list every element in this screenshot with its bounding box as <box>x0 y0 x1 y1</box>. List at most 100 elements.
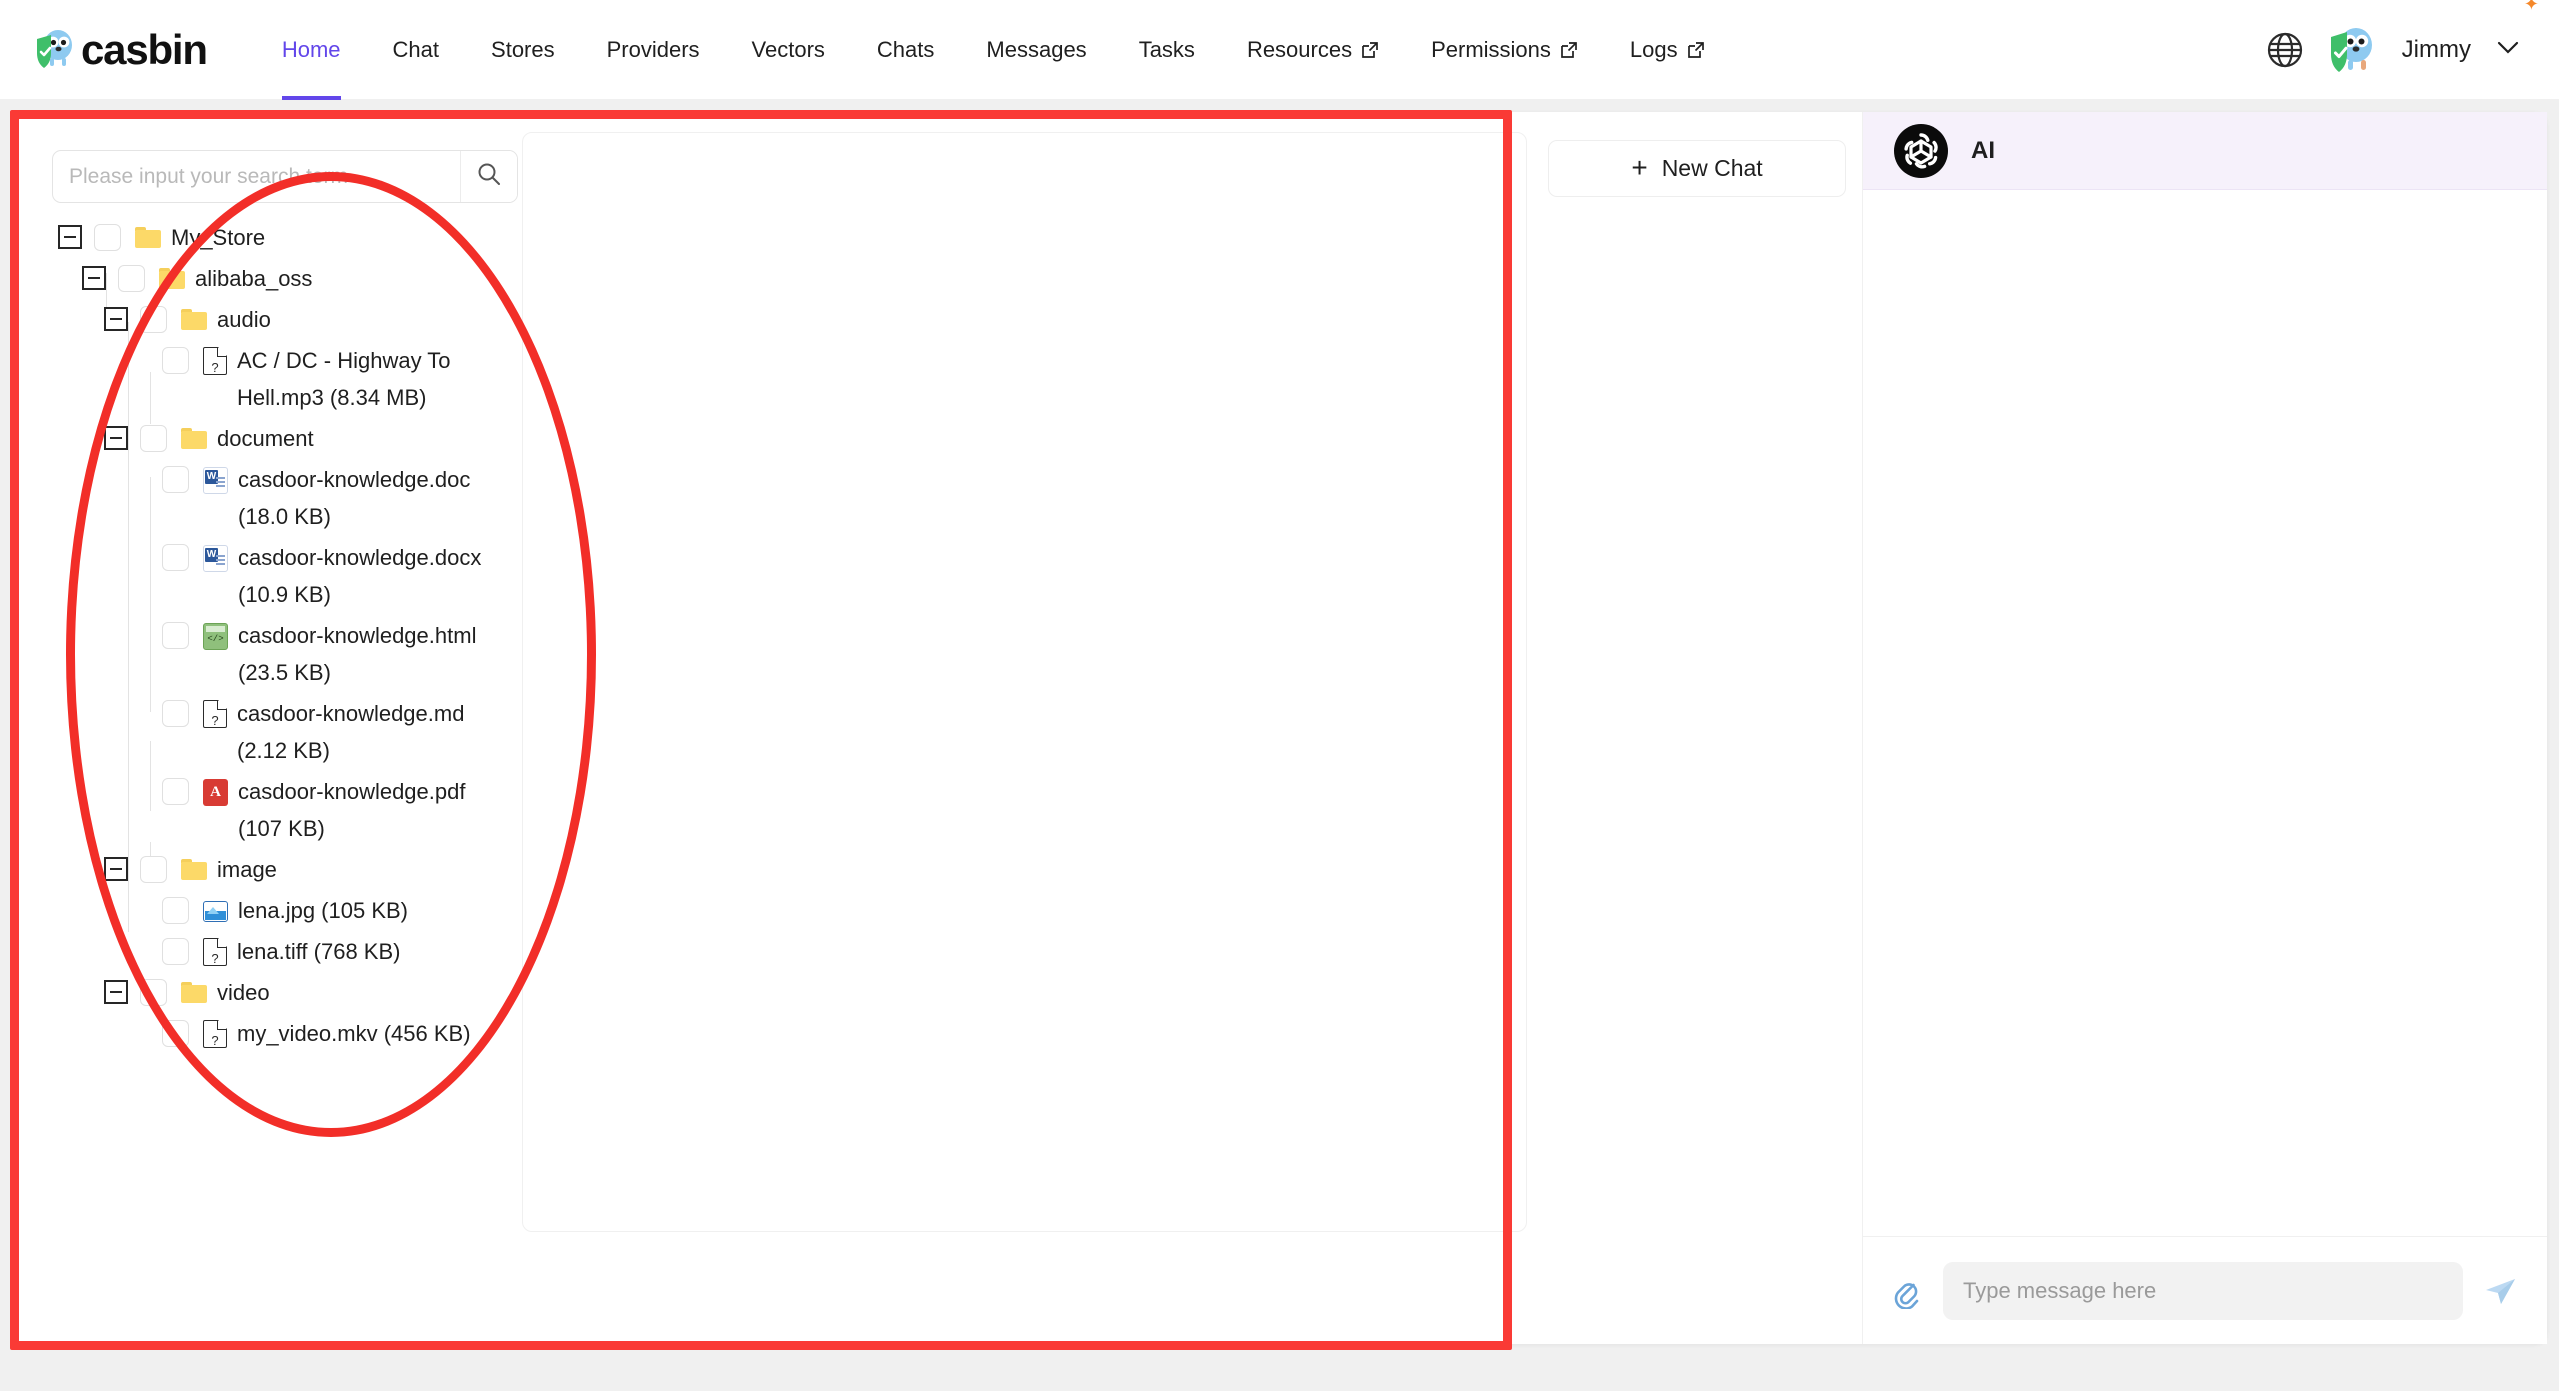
tree-node-audio[interactable]: audio <box>38 299 534 340</box>
avatar[interactable] <box>2326 23 2380 77</box>
node-checkbox[interactable] <box>140 425 167 452</box>
node-label: AC / DC - Highway To Hell.mp3 (8.34 MB) <box>237 348 451 410</box>
folder-icon <box>181 982 207 1003</box>
nav-item-stores[interactable]: Stores <box>465 0 581 100</box>
tree-node-image[interactable]: image <box>38 849 534 890</box>
chevron-down-icon[interactable] <box>2497 39 2519 60</box>
node-checkbox[interactable] <box>140 306 167 333</box>
leaf-spacer <box>126 701 150 725</box>
node-label-wrap[interactable]: casdoor-knowledge.md (2.12 KB) <box>203 695 513 769</box>
leaf-spacer <box>126 939 150 963</box>
node-label: audio <box>217 307 271 332</box>
node-checkbox[interactable] <box>162 700 189 727</box>
new-chat-button[interactable]: + New Chat <box>1548 140 1846 197</box>
nav-label: Messages <box>986 36 1087 62</box>
tree-node-file[interactable]: AC / DC - Highway To Hell.mp3 (8.34 MB) <box>38 340 534 418</box>
node-checkbox[interactable] <box>118 265 145 292</box>
tree-node-document[interactable]: document <box>38 418 534 459</box>
node-label-wrap[interactable]: my_video.mkv (456 KB) <box>203 1015 471 1052</box>
node-label-wrap[interactable]: casdoor-knowledge.docx (10.9 KB) <box>203 539 513 613</box>
tree-node-file[interactable]: casdoor-knowledge.doc (18.0 KB) <box>38 459 534 537</box>
ai-sender-name: AI <box>1971 136 1995 164</box>
node-checkbox[interactable] <box>162 1020 189 1047</box>
tree-node-video[interactable]: video <box>38 972 534 1013</box>
paperclip-icon[interactable] <box>1889 1273 1925 1310</box>
nav-label: Chat <box>392 36 440 62</box>
new-chat-label: New Chat <box>1661 155 1763 181</box>
node-label-wrap[interactable]: My_Store <box>135 219 265 256</box>
tree-node-file[interactable]: casdoor-knowledge.md (2.12 KB) <box>38 693 534 771</box>
nav-item-resources[interactable]: Resources <box>1221 0 1405 100</box>
tree-node-file[interactable]: lena.jpg (105 KB) <box>38 890 534 931</box>
tree-node-file[interactable]: my_video.mkv (456 KB) <box>38 1013 534 1054</box>
node-label-wrap[interactable]: image <box>181 851 277 888</box>
nav-item-logs[interactable]: Logs <box>1604 0 1731 100</box>
node-checkbox[interactable] <box>162 622 189 649</box>
nav-item-tasks[interactable]: Tasks <box>1113 0 1221 100</box>
node-label-wrap[interactable]: casdoor-knowledge.pdf (107 KB) <box>203 773 513 847</box>
nav-item-messages[interactable]: Messages <box>960 0 1112 100</box>
node-label-wrap[interactable]: document <box>181 420 314 457</box>
node-checkbox[interactable] <box>140 979 167 1006</box>
nav-item-chat[interactable]: Chat <box>367 0 465 100</box>
chat-panel: AI <box>1862 112 2547 1344</box>
search-input[interactable] <box>53 151 460 202</box>
leaf-spacer <box>126 348 150 372</box>
nav-item-providers[interactable]: Providers <box>581 0 726 100</box>
node-label-wrap[interactable]: casdoor-knowledge.doc (18.0 KB) <box>203 461 513 535</box>
node-checkbox[interactable] <box>140 856 167 883</box>
word-file-icon <box>203 545 228 572</box>
tree-node-file[interactable]: casdoor-knowledge.pdf (107 KB) <box>38 771 534 849</box>
globe-icon[interactable] <box>2266 31 2304 69</box>
chat-input-bar <box>1863 1236 2547 1344</box>
node-checkbox[interactable] <box>162 938 189 965</box>
node-label: lena.jpg (105 KB) <box>238 898 408 923</box>
file-tree: My_Store alibaba_oss audio ? AC / DC - H… <box>38 217 534 1054</box>
node-label: casdoor-knowledge.html (23.5 KB) <box>238 623 477 685</box>
node-label: lena.tiff (768 KB) <box>237 939 401 964</box>
tree-node-file[interactable]: lena.tiff (768 KB) <box>38 931 534 972</box>
node-label-wrap[interactable]: casdoor-knowledge.html (23.5 KB) <box>203 617 513 691</box>
node-label-wrap[interactable]: lena.tiff (768 KB) <box>203 933 400 970</box>
node-label: my_video.mkv (456 KB) <box>237 1021 471 1046</box>
node-checkbox[interactable] <box>162 347 189 374</box>
tree-node-my-store[interactable]: My_Store <box>38 217 534 258</box>
nav-item-chats[interactable]: Chats <box>851 0 960 100</box>
nav-item-home[interactable]: Home <box>256 0 367 100</box>
node-checkbox[interactable] <box>162 466 189 493</box>
brand-logo[interactable]: casbin ✦ <box>33 0 2539 74</box>
collapse-toggle[interactable] <box>58 225 82 249</box>
node-label-wrap[interactable]: AC / DC - Highway To Hell.mp3 (8.34 MB) <box>203 342 513 416</box>
node-checkbox[interactable] <box>162 544 189 571</box>
image-file-icon <box>203 901 228 922</box>
node-label-wrap[interactable]: lena.jpg (105 KB) <box>203 892 408 929</box>
nav-item-vectors[interactable]: Vectors <box>726 0 851 100</box>
brand-star-icon: ✦ <box>2523 0 2539 14</box>
tree-node-file[interactable]: casdoor-knowledge.html (23.5 KB) <box>38 615 534 693</box>
node-label: casdoor-knowledge.md (2.12 KB) <box>237 701 465 763</box>
collapse-toggle[interactable] <box>104 307 128 331</box>
app-root: casbin ✦ Home Chat Stores Providers Vect… <box>0 0 2559 1391</box>
node-checkbox[interactable] <box>94 224 121 251</box>
nav-label: Providers <box>606 36 700 62</box>
node-checkbox[interactable] <box>162 778 189 805</box>
tree-node-file[interactable]: casdoor-knowledge.docx (10.9 KB) <box>38 537 534 615</box>
node-label-wrap[interactable]: video <box>181 974 270 1011</box>
collapse-toggle[interactable] <box>104 857 128 881</box>
message-input[interactable] <box>1943 1261 2463 1320</box>
nav-item-permissions[interactable]: Permissions <box>1405 0 1604 100</box>
node-label-wrap[interactable]: alibaba_oss <box>159 260 312 297</box>
collapse-toggle[interactable] <box>104 980 128 1004</box>
header-right-group: Jimmy <box>2266 23 2519 77</box>
collapse-toggle[interactable] <box>82 266 106 290</box>
leaf-spacer <box>126 1021 150 1045</box>
node-label-wrap[interactable]: audio <box>181 301 271 338</box>
send-icon[interactable] <box>2481 1271 2521 1311</box>
node-label: document <box>217 426 314 451</box>
search-button[interactable] <box>460 151 517 202</box>
collapse-toggle[interactable] <box>104 426 128 450</box>
node-checkbox[interactable] <box>162 897 189 924</box>
node-label: alibaba_oss <box>195 266 313 291</box>
tree-node-alibaba-oss[interactable]: alibaba_oss <box>38 258 534 299</box>
user-name[interactable]: Jimmy <box>2402 36 2471 64</box>
